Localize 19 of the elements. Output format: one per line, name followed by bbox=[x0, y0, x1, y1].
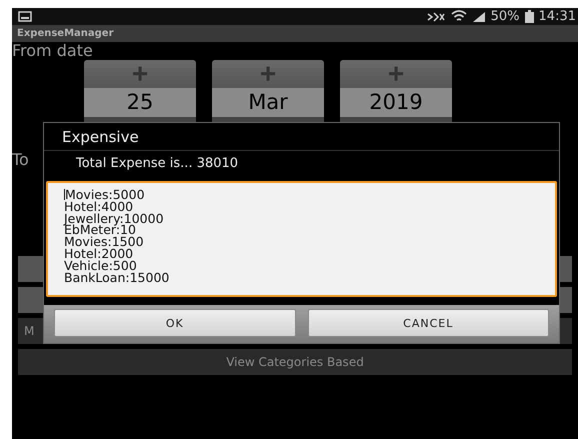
battery-percent: 50% bbox=[490, 9, 520, 24]
date-value-field[interactable]: 25 bbox=[84, 88, 196, 117]
clock-time: 14:31 bbox=[538, 9, 576, 24]
date-value-field[interactable]: Mar bbox=[212, 88, 324, 117]
date-value-field[interactable]: 2019 bbox=[340, 88, 452, 117]
dialog-title: Expensive bbox=[44, 123, 559, 151]
battery-icon bbox=[524, 10, 534, 23]
action-button[interactable]: View Categories Based bbox=[18, 349, 572, 375]
from-date-label: From date bbox=[12, 42, 94, 59]
mute-icon bbox=[426, 10, 446, 22]
dialog-message: Total Expense is... 38010 bbox=[75, 155, 240, 173]
cancel-button[interactable]: CANCEL bbox=[308, 309, 549, 337]
expense-list-field[interactable]: Movies:5000 Hotel:4000 Jewellery:10000 EbMeter:10 Movies:1500 Hotel:2000 Vehicle:500 BankLoan:15000 bbox=[46, 181, 557, 297]
to-date-label: To bbox=[12, 151, 29, 168]
ok-button[interactable]: OK bbox=[54, 309, 296, 337]
wifi-icon bbox=[450, 10, 467, 23]
app-title: ExpenseManager bbox=[17, 28, 114, 39]
image-icon bbox=[18, 11, 32, 22]
signal-icon bbox=[472, 10, 486, 22]
